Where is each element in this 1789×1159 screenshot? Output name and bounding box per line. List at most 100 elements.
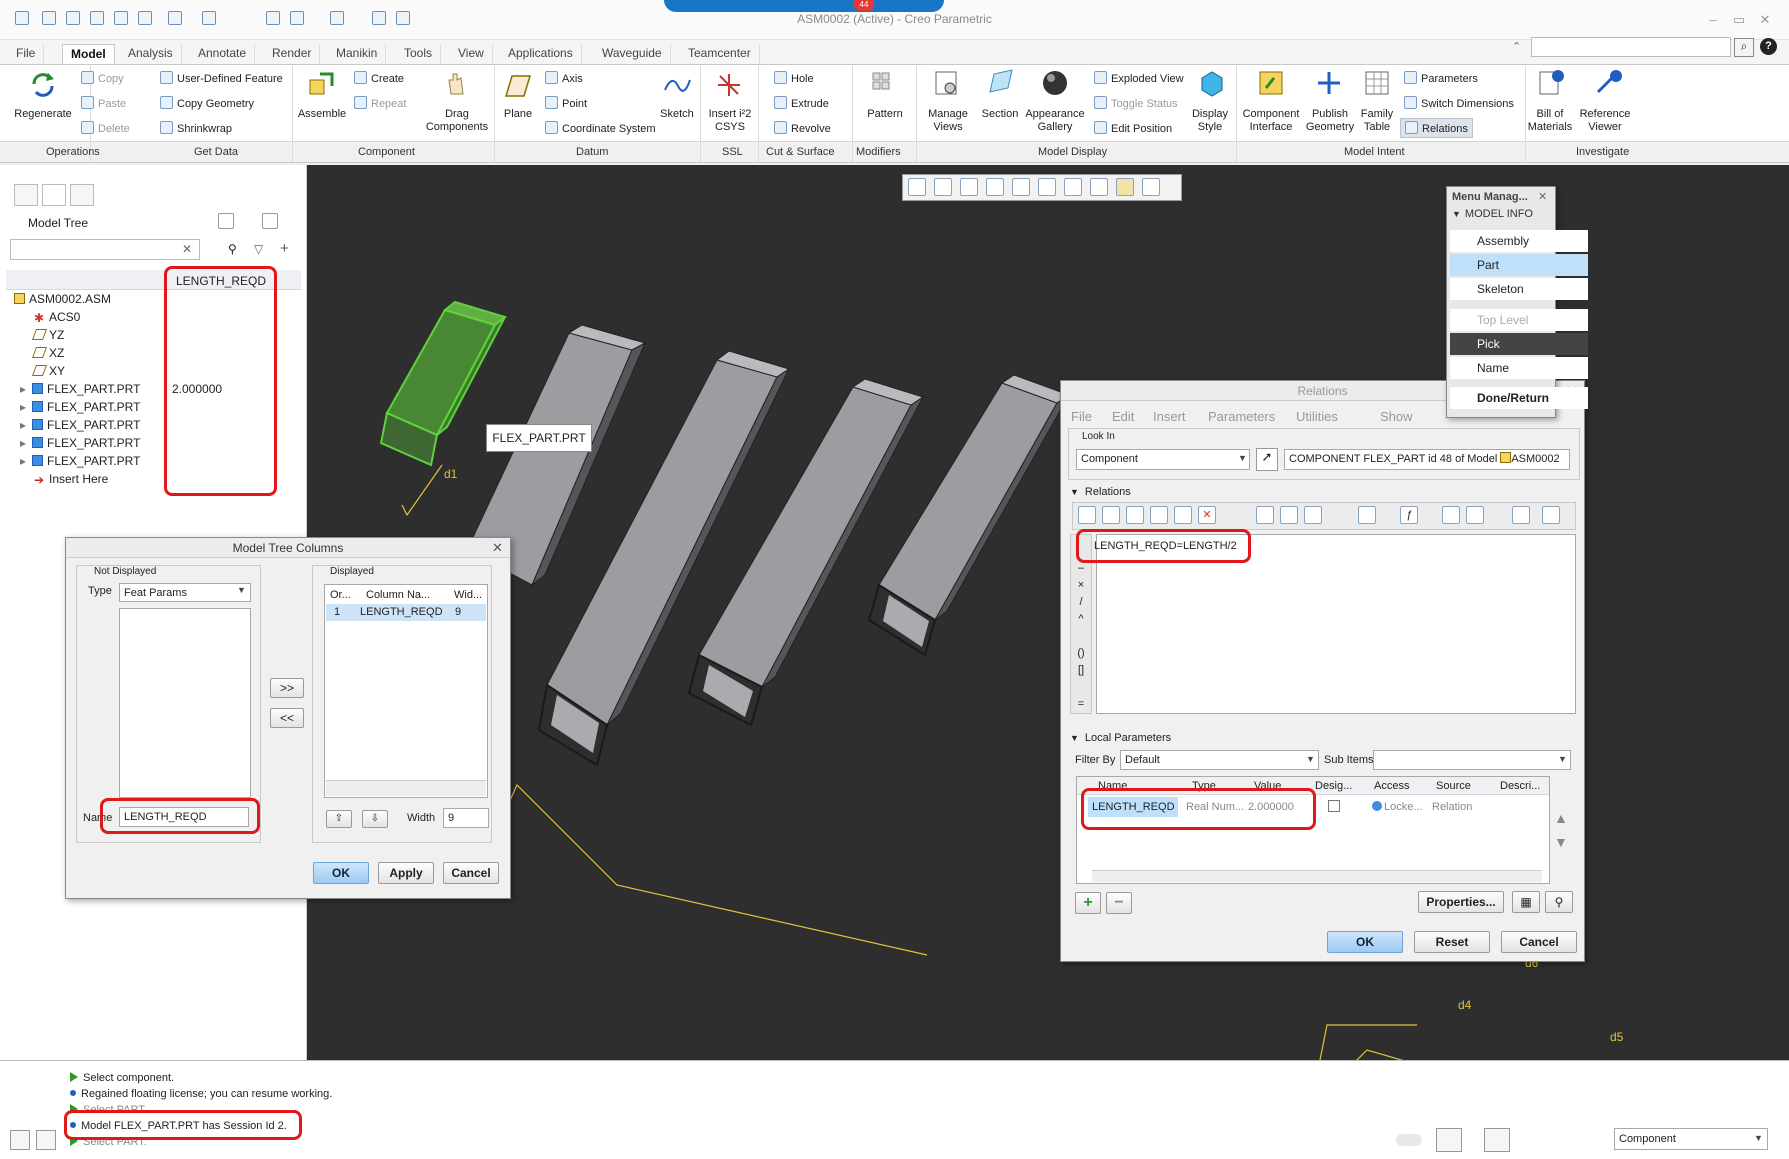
relations-cancel-button[interactable]: Cancel [1501, 931, 1577, 953]
relations-reset-button[interactable]: Reset [1414, 931, 1490, 953]
add-parameter-button[interactable]: + [1075, 892, 1101, 914]
zoom-out-icon[interactable] [960, 178, 978, 196]
family-table-button[interactable]: Family Table [1352, 108, 1402, 134]
regenerate-icon[interactable] [28, 70, 58, 100]
close-icon[interactable]: ✕ [1755, 12, 1775, 28]
paste-rel-icon[interactable] [1174, 506, 1192, 524]
col-value[interactable]: Value [1254, 780, 1281, 792]
tree-item-csys[interactable]: ✱ ACS0 [34, 310, 80, 325]
find-status-icon[interactable] [1436, 1128, 1462, 1152]
regenerate-button[interactable]: Regenerate [8, 108, 78, 121]
point-button[interactable]: Point [545, 96, 587, 110]
sketch-button[interactable]: Sketch [652, 108, 702, 121]
tab-view[interactable]: View [450, 44, 493, 64]
menu-section-model-info[interactable]: ▼ MODEL INFO [1452, 208, 1533, 220]
filter-by-select[interactable]: Default [1120, 750, 1319, 770]
pattern-button[interactable]: Pattern [858, 108, 912, 121]
expand-icon[interactable]: ▸ [20, 436, 26, 450]
display-style-toolbar-icon[interactable] [1012, 178, 1030, 196]
expand-icon[interactable]: ▸ [20, 400, 26, 414]
toggle-status-button[interactable]: Toggle Status [1094, 96, 1178, 110]
tree-item-yz[interactable]: YZ [31, 328, 64, 342]
search-icon[interactable]: ⌕ [1734, 38, 1754, 57]
insert-csys-button[interactable]: Insert i²2 CSYS [700, 108, 760, 134]
view-manager-icon[interactable] [1064, 178, 1082, 196]
reference-viewer-icon[interactable] [1592, 68, 1622, 98]
relations-menu-parameters[interactable]: Parameters [1208, 409, 1275, 424]
menu-item-done-return[interactable]: Done/Return [1450, 387, 1588, 409]
dim-label-d1[interactable]: d1 [444, 467, 457, 481]
group-ssl[interactable]: SSL [722, 146, 743, 158]
tree-item-asm[interactable]: ASM0002.ASM [14, 292, 111, 306]
subitems-dropdown-icon[interactable]: ▼ [1558, 754, 1567, 764]
publish-geometry-icon[interactable] [1314, 68, 1344, 98]
menu-manager-close-icon[interactable]: ✕ [1538, 190, 1547, 203]
create-button[interactable]: Create [354, 71, 404, 85]
type-dropdown-icon[interactable]: ▼ [237, 585, 246, 595]
displayed-hscrollbar[interactable] [326, 780, 486, 796]
minimize-icon[interactable]: – [1703, 12, 1723, 27]
sub-items-select[interactable] [1373, 750, 1571, 770]
tree-item-xz[interactable]: XZ [31, 346, 64, 360]
tree-search-input[interactable] [10, 239, 200, 260]
parameters-rel-icon[interactable] [1358, 506, 1376, 524]
sketch-icon[interactable] [662, 70, 692, 100]
group-component[interactable]: Component [358, 146, 415, 158]
col-designate[interactable]: Desig... [1315, 780, 1352, 792]
display-style-button[interactable]: Display Style [1182, 108, 1238, 134]
add-column-button[interactable]: >> [270, 678, 304, 698]
select-pointer-icon[interactable]: ➚ [1256, 448, 1278, 471]
tree-column-header[interactable]: LENGTH_REQD [176, 274, 266, 288]
favorites-tab-icon[interactable] [70, 184, 94, 206]
edit-position-button[interactable]: Edit Position [1094, 121, 1172, 135]
selection-filter-select[interactable]: Component [1614, 1128, 1768, 1150]
insert-csys-icon[interactable] [714, 70, 744, 100]
bill-of-materials-icon[interactable] [1536, 68, 1566, 98]
relations-ok-button[interactable]: OK [1327, 931, 1403, 953]
local-params-section-label[interactable]: ▼ Local Parameters [1070, 732, 1171, 744]
show-dims-icon[interactable] [1512, 506, 1530, 524]
measure-icon[interactable] [1304, 506, 1322, 524]
collapse-ribbon-icon[interactable]: ⌃ [1512, 40, 1521, 53]
relations-menu-file[interactable]: File [1071, 409, 1092, 424]
col-type[interactable]: Type [1192, 780, 1216, 792]
menu-item-part[interactable]: Part [1450, 254, 1588, 276]
switch-dims-icon[interactable] [1256, 506, 1274, 524]
operators[interactable]: – × / ^()[] = [1076, 560, 1086, 713]
show-navigator-icon[interactable] [10, 1130, 30, 1150]
group-datum[interactable]: Datum [576, 146, 608, 158]
group-get-data[interactable]: Get Data [194, 146, 238, 158]
delete-rel-icon[interactable]: ✕ [1198, 506, 1216, 524]
copy-geometry-button[interactable]: Copy Geometry [160, 96, 254, 110]
relation-line[interactable]: LENGTH_REQD=LENGTH/2 [1094, 540, 1237, 552]
verify-icon[interactable] [1542, 506, 1560, 524]
add-column-icon[interactable]: + [280, 240, 289, 257]
col-name[interactable]: Name [1098, 780, 1127, 792]
manage-views-button[interactable]: Manage Views [918, 108, 978, 134]
manage-views-icon[interactable] [932, 68, 962, 98]
repeat-button[interactable]: Repeat [354, 96, 406, 110]
cut-icon[interactable] [1126, 506, 1144, 524]
designate-checkbox[interactable] [1328, 800, 1340, 812]
remove-column-button[interactable]: << [270, 708, 304, 728]
publish-geometry-button[interactable]: Publish Geometry [1302, 108, 1358, 134]
group-operations[interactable]: Operations [46, 146, 100, 158]
col-description[interactable]: Descri... [1500, 780, 1540, 792]
tab-model[interactable]: Model [62, 44, 115, 64]
mtc-close-icon[interactable]: ✕ [492, 540, 503, 556]
assemble-button[interactable]: Assemble [288, 108, 356, 121]
move-down-param-icon[interactable]: ▼ [1554, 834, 1568, 850]
table-columns-icon[interactable]: ▦ [1512, 891, 1540, 913]
remove-parameter-button[interactable]: − [1106, 892, 1132, 914]
assemble-icon[interactable] [306, 70, 336, 100]
group-model-display[interactable]: Model Display [1038, 146, 1107, 158]
mtc-cancel-button[interactable]: Cancel [443, 862, 499, 884]
tab-manikin[interactable]: Manikin [328, 44, 387, 64]
delete-button[interactable]: Delete [81, 121, 130, 135]
col-source[interactable]: Source [1436, 780, 1471, 792]
tree-item-part[interactable]: ▸ FLEX_PART.PRT [20, 454, 140, 468]
tab-analysis[interactable]: Analysis [120, 44, 182, 64]
filter-icon[interactable]: ▽ [254, 242, 263, 256]
find-parameter-icon[interactable]: ⚲ [1545, 891, 1573, 913]
spin-center-icon[interactable] [1142, 178, 1160, 196]
